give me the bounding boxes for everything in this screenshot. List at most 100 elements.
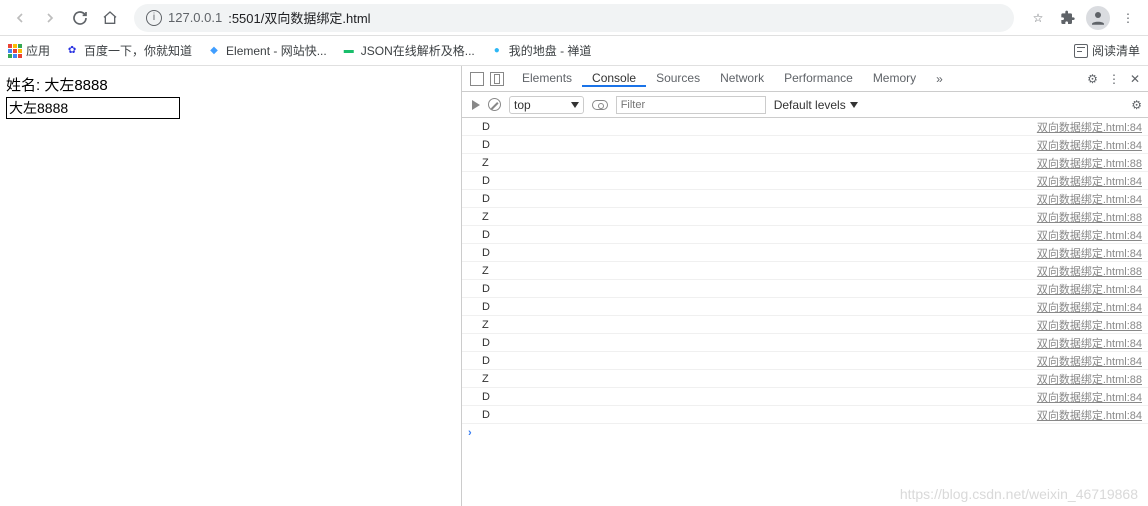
log-source-link[interactable]: 双向数据绑定.html:88 (1037, 263, 1142, 279)
reading-list-button[interactable]: 阅读清单 (1074, 42, 1140, 59)
bookmark-item[interactable]: ✿百度一下，你就知道 (64, 42, 192, 59)
console-log-row: D双向数据绑定.html:84 (462, 406, 1148, 424)
bookmark-label: Element - 网站快... (226, 42, 327, 59)
bookmark-label: JSON在线解析及格... (361, 42, 475, 59)
log-source-link[interactable]: 双向数据绑定.html:84 (1037, 137, 1142, 153)
url-path: :5501/双向数据绑定.html (228, 8, 370, 27)
console-toolbar: top Default levels ⚙ (462, 92, 1148, 118)
console-log-row: D双向数据绑定.html:84 (462, 118, 1148, 136)
home-button[interactable] (98, 6, 122, 30)
page-content: 姓名: 大左8888 (0, 66, 461, 506)
log-source-link[interactable]: 双向数据绑定.html:88 (1037, 371, 1142, 387)
log-source-link[interactable]: 双向数据绑定.html:84 (1037, 299, 1142, 315)
inspect-element-icon[interactable] (470, 72, 484, 86)
bookmark-item[interactable]: ◆Element - 网站快... (206, 42, 327, 59)
name-input[interactable] (6, 97, 180, 119)
console-sidebar-toggle-icon[interactable] (472, 100, 480, 110)
device-toolbar-icon[interactable] (490, 72, 504, 86)
console-log-row: Z双向数据绑定.html:88 (462, 370, 1148, 388)
bookmark-label: 我的地盘 - 禅道 (509, 42, 592, 59)
console-log-row: D双向数据绑定.html:84 (462, 136, 1148, 154)
log-source-link[interactable]: 双向数据绑定.html:88 (1037, 209, 1142, 225)
profile-avatar[interactable] (1086, 6, 1110, 30)
console-log-row: D双向数据绑定.html:84 (462, 388, 1148, 406)
devtools-panel: ElementsConsoleSourcesNetworkPerformance… (461, 66, 1148, 506)
log-message: D (482, 355, 1037, 367)
log-message: Z (482, 319, 1037, 331)
console-log-row: Z双向数据绑定.html:88 (462, 154, 1148, 172)
console-log-row: D双向数据绑定.html:84 (462, 244, 1148, 262)
console-log-row: Z双向数据绑定.html:88 (462, 208, 1148, 226)
log-source-link[interactable]: 双向数据绑定.html:84 (1037, 173, 1142, 189)
tab-console[interactable]: Console (582, 71, 646, 87)
log-source-link[interactable]: 双向数据绑定.html:84 (1037, 227, 1142, 243)
apps-button[interactable]: 应用 (8, 42, 50, 59)
apps-label: 应用 (26, 42, 50, 59)
log-message: D (482, 337, 1037, 349)
bookmark-item[interactable]: ●我的地盘 - 禅道 (489, 42, 592, 59)
tabs-overflow[interactable]: » (926, 66, 953, 91)
log-message: D (482, 139, 1037, 151)
log-source-link[interactable]: 双向数据绑定.html:88 (1037, 317, 1142, 333)
devtools-tabbar: ElementsConsoleSourcesNetworkPerformance… (462, 66, 1148, 92)
log-source-link[interactable]: 双向数据绑定.html:84 (1037, 281, 1142, 297)
tab-elements[interactable]: Elements (512, 71, 582, 85)
tab-sources[interactable]: Sources (646, 71, 710, 85)
extensions-icon[interactable] (1056, 6, 1080, 30)
console-log-row: D双向数据绑定.html:84 (462, 172, 1148, 190)
log-message: D (482, 391, 1037, 403)
back-button[interactable] (8, 6, 32, 30)
log-source-link[interactable]: 双向数据绑定.html:84 (1037, 245, 1142, 261)
log-message: D (482, 121, 1037, 133)
dropdown-icon (850, 102, 858, 108)
log-source-link[interactable]: 双向数据绑定.html:84 (1037, 389, 1142, 405)
log-message: D (482, 247, 1037, 259)
browser-toolbar: i 127.0.0.1 :5501/双向数据绑定.html ☆ ⋮ (0, 0, 1148, 36)
site-info-icon[interactable]: i (146, 10, 162, 26)
console-prompt[interactable]: › (462, 424, 1148, 442)
forward-button[interactable] (38, 6, 62, 30)
log-source-link[interactable]: 双向数据绑定.html:84 (1037, 191, 1142, 207)
context-selector[interactable]: top (509, 96, 584, 114)
clear-console-icon[interactable] (488, 98, 501, 111)
devtools-close-icon[interactable]: ✕ (1130, 72, 1140, 86)
tab-network[interactable]: Network (710, 71, 774, 85)
tab-performance[interactable]: Performance (774, 71, 863, 85)
bookmark-item[interactable]: ▬JSON在线解析及格... (341, 42, 475, 59)
browser-menu-icon[interactable]: ⋮ (1116, 6, 1140, 30)
console-filter-input[interactable] (616, 96, 766, 114)
address-bar[interactable]: i 127.0.0.1 :5501/双向数据绑定.html (134, 4, 1014, 32)
url-host: 127.0.0.1 (168, 10, 222, 25)
console-log-row: D双向数据绑定.html:84 (462, 190, 1148, 208)
devtools-menu-icon[interactable]: ⋮ (1108, 72, 1120, 86)
bookmark-favicon: ▬ (341, 43, 357, 59)
bookmark-star-icon[interactable]: ☆ (1026, 6, 1050, 30)
log-message: D (482, 301, 1037, 313)
tab-memory[interactable]: Memory (863, 71, 926, 85)
log-message: D (482, 283, 1037, 295)
log-levels-selector[interactable]: Default levels (774, 98, 858, 112)
log-source-link[interactable]: 双向数据绑定.html:84 (1037, 119, 1142, 135)
log-message: Z (482, 211, 1037, 223)
bookmarks-bar: 应用 ✿百度一下，你就知道 ◆Element - 网站快... ▬JSON在线解析及… (0, 36, 1148, 66)
console-settings-icon[interactable]: ⚙ (1131, 98, 1142, 112)
console-output: D双向数据绑定.html:84D双向数据绑定.html:84Z双向数据绑定.ht… (462, 118, 1148, 506)
dropdown-icon (571, 102, 579, 108)
log-source-link[interactable]: 双向数据绑定.html:84 (1037, 353, 1142, 369)
console-log-row: D双向数据绑定.html:84 (462, 298, 1148, 316)
console-log-row: Z双向数据绑定.html:88 (462, 262, 1148, 280)
reading-list-label: 阅读清单 (1092, 42, 1140, 59)
console-log-row: D双向数据绑定.html:84 (462, 226, 1148, 244)
bookmark-favicon: ◆ (206, 43, 222, 59)
reading-list-icon (1074, 44, 1088, 58)
reload-button[interactable] (68, 6, 92, 30)
live-expression-icon[interactable] (592, 100, 608, 110)
name-display: 姓名: 大左8888 (6, 74, 455, 95)
bookmark-label: 百度一下，你就知道 (84, 42, 192, 59)
bookmark-favicon: ✿ (64, 43, 80, 59)
devtools-settings-icon[interactable]: ⚙ (1087, 72, 1098, 86)
log-source-link[interactable]: 双向数据绑定.html:88 (1037, 155, 1142, 171)
log-source-link[interactable]: 双向数据绑定.html:84 (1037, 335, 1142, 351)
log-source-link[interactable]: 双向数据绑定.html:84 (1037, 407, 1142, 423)
log-message: D (482, 229, 1037, 241)
